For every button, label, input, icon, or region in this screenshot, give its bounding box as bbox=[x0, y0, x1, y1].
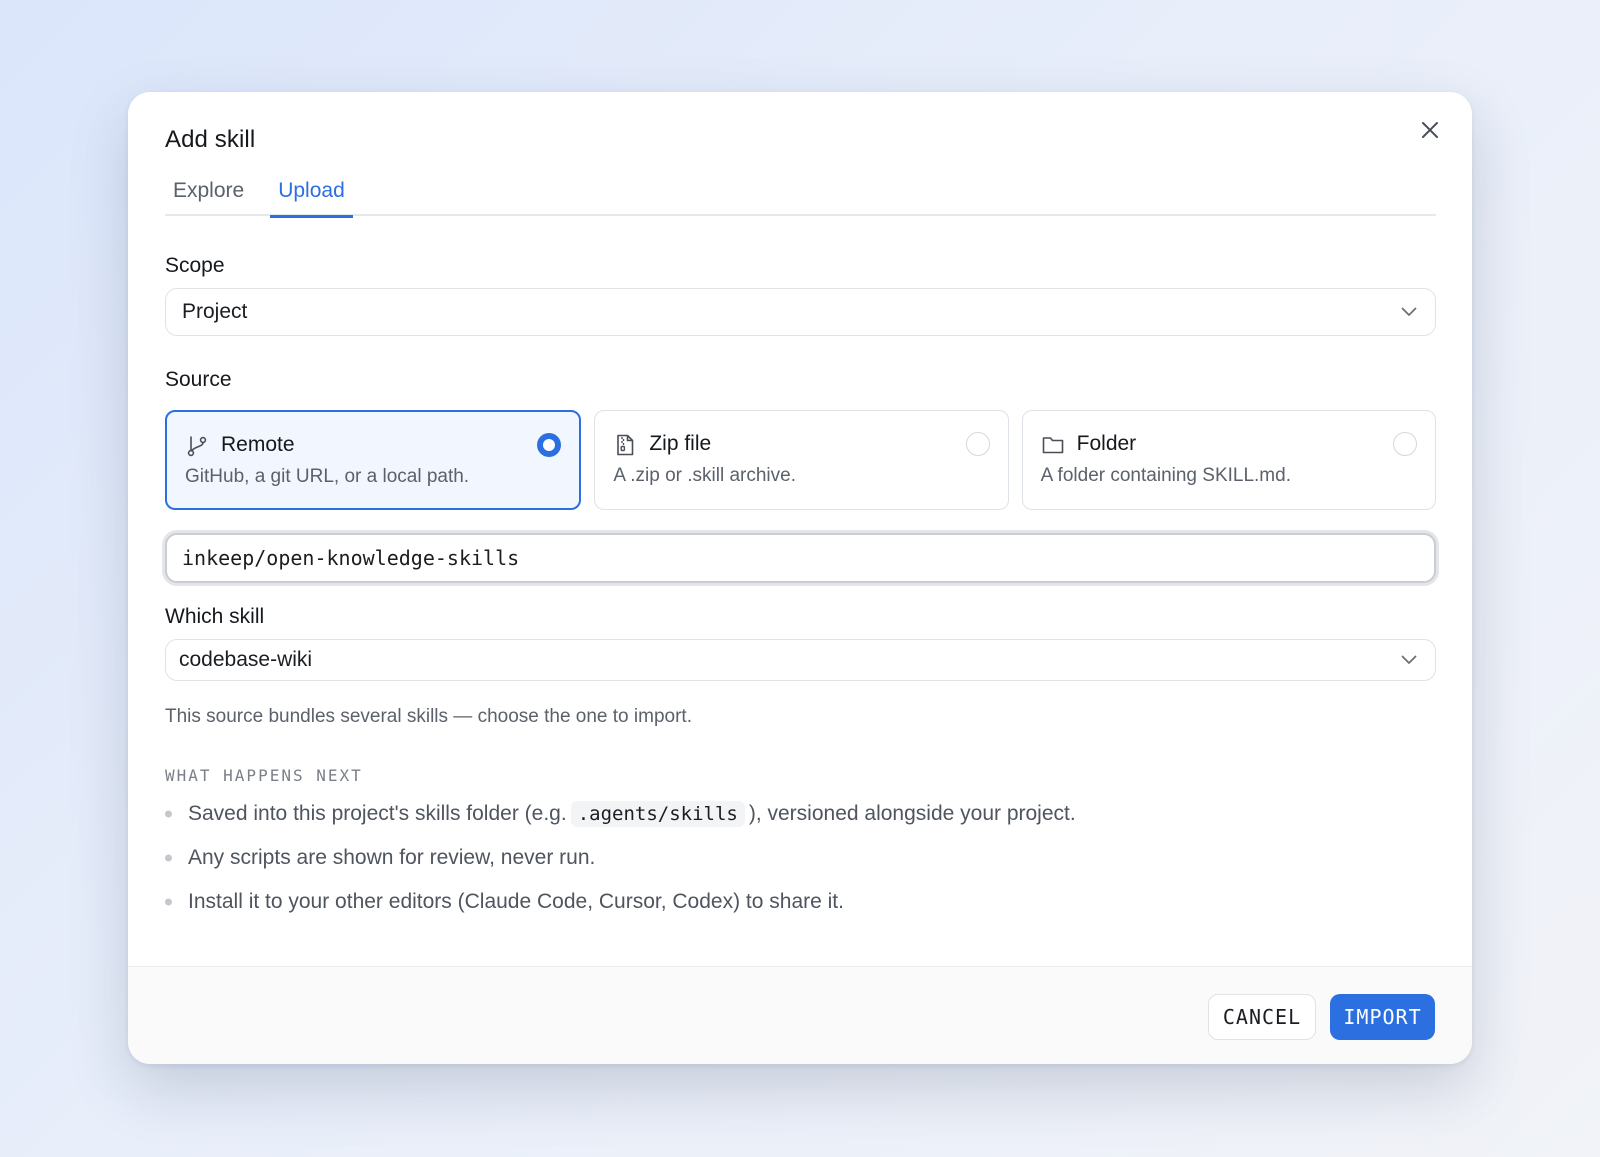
tab-upload[interactable]: Upload bbox=[270, 172, 353, 218]
import-button[interactable]: IMPORT bbox=[1330, 994, 1435, 1040]
source-options: Remote GitHub, a git URL, or a local pat… bbox=[165, 410, 1436, 510]
source-label: Source bbox=[165, 368, 232, 391]
close-icon bbox=[1422, 122, 1438, 138]
which-skill-value: codebase-wiki bbox=[179, 648, 313, 671]
code-snippet: .agents/skills bbox=[570, 801, 745, 827]
list-item: Saved into this project's skills folder … bbox=[165, 792, 1076, 836]
source-option-description: GitHub, a git URL, or a local path. bbox=[185, 466, 470, 487]
close-button[interactable] bbox=[1414, 114, 1446, 146]
tab-bar: Explore Upload bbox=[165, 172, 1436, 218]
cancel-button[interactable]: CANCEL bbox=[1208, 994, 1316, 1040]
list-item: Any scripts are shown for review, never … bbox=[165, 836, 1076, 880]
what-happens-next-list: Saved into this project's skills folder … bbox=[165, 792, 1076, 924]
radio-unselected[interactable] bbox=[965, 432, 990, 456]
list-item-text: ), versioned alongside your project. bbox=[748, 802, 1076, 825]
chevron-down-icon bbox=[1401, 655, 1417, 664]
which-skill-hint: This source bundles several skills — cho… bbox=[165, 706, 692, 727]
source-option-description: A folder containing SKILL.md. bbox=[1040, 465, 1291, 486]
source-option-description: A .zip or .skill archive. bbox=[613, 465, 796, 486]
source-path-input[interactable]: inkeep/open-knowledge-skills bbox=[165, 533, 1436, 583]
dialog-footer: CANCEL IMPORT bbox=[128, 966, 1472, 1064]
list-item-text: Install it to your other editors (Claude… bbox=[188, 890, 844, 913]
radio-unselected[interactable] bbox=[1392, 432, 1417, 456]
list-item: Install it to your other editors (Claude… bbox=[165, 880, 1076, 924]
dialog-body: Add skill Explore Upload Scope Project S… bbox=[128, 92, 1472, 966]
which-skill-label: Which skill bbox=[165, 605, 265, 628]
add-skill-dialog: Add skill Explore Upload Scope Project S… bbox=[128, 92, 1472, 1064]
source-option-name: Zip file bbox=[649, 432, 712, 455]
scope-value: Project bbox=[182, 300, 248, 323]
list-item-text: Any scripts are shown for review, never … bbox=[188, 846, 596, 869]
source-option-remote[interactable]: Remote GitHub, a git URL, or a local pat… bbox=[165, 410, 582, 510]
tab-explore[interactable]: Explore bbox=[165, 172, 252, 216]
scope-select[interactable]: Project bbox=[165, 288, 1436, 336]
what-happens-next-heading: WHAT HAPPENS NEXT bbox=[165, 766, 363, 785]
zip-file-icon bbox=[617, 434, 634, 456]
source-option-zip[interactable]: Zip file A .zip or .skill archive. bbox=[594, 410, 1009, 510]
folder-icon bbox=[1042, 437, 1063, 454]
scope-label: Scope bbox=[165, 254, 225, 277]
git-branch-icon bbox=[187, 436, 207, 457]
dialog-title: Add skill bbox=[165, 126, 256, 153]
chevron-down-icon bbox=[1401, 307, 1417, 316]
list-item-text: Saved into this project's skills folder … bbox=[188, 802, 567, 825]
radio-selected[interactable] bbox=[537, 433, 562, 457]
source-option-name: Remote bbox=[221, 433, 295, 456]
which-skill-select[interactable]: codebase-wiki bbox=[165, 639, 1436, 681]
source-option-folder[interactable]: Folder A folder containing SKILL.md. bbox=[1021, 410, 1436, 510]
source-option-name: Folder bbox=[1076, 432, 1137, 455]
